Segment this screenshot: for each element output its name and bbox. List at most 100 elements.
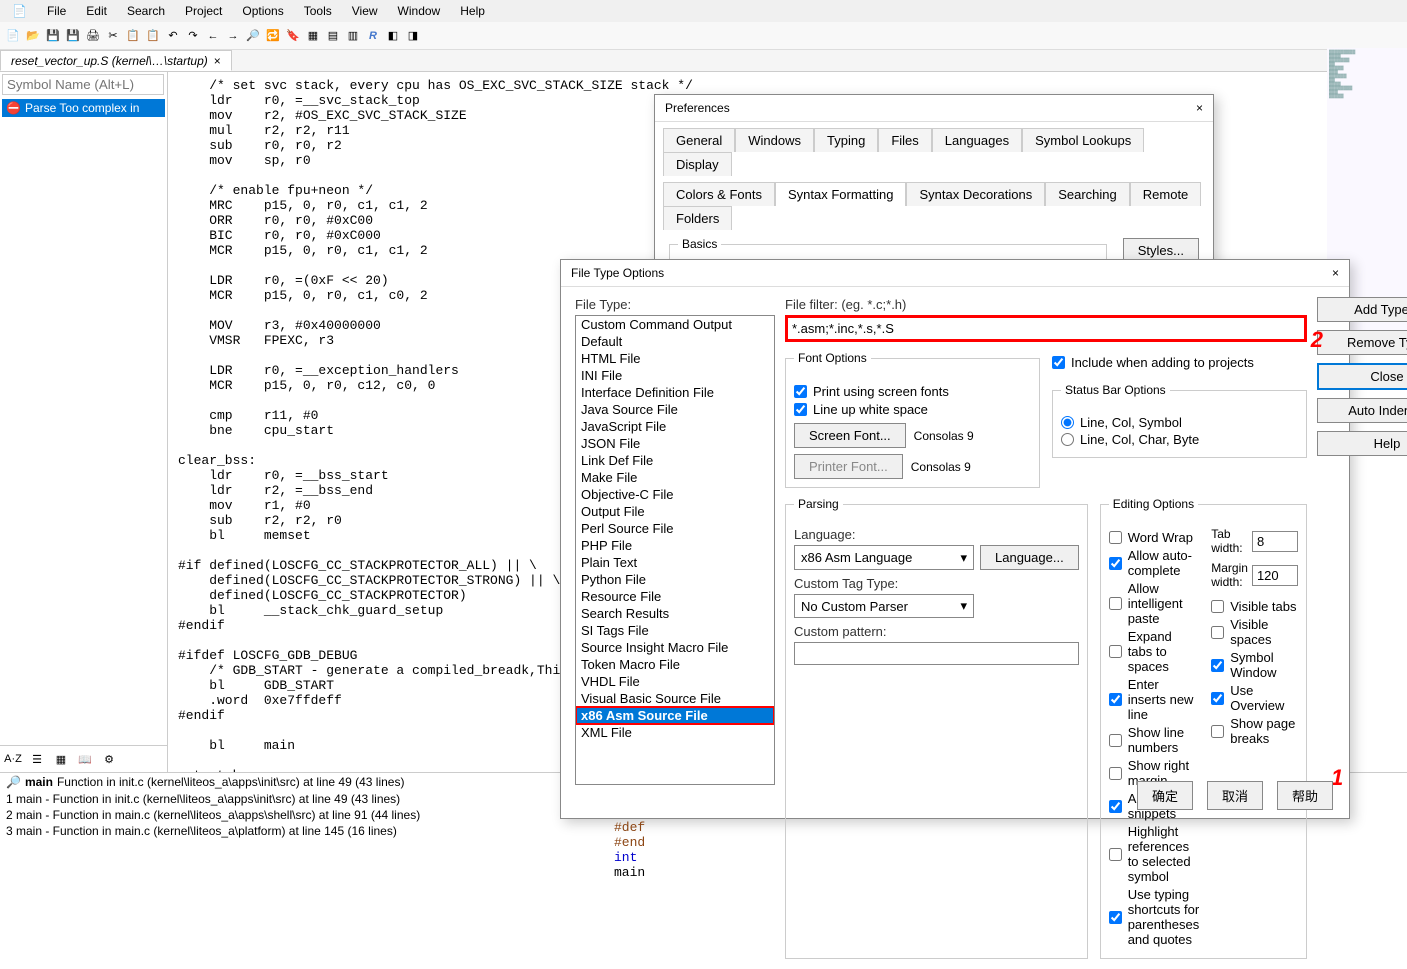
list-item[interactable]: Interface Definition File <box>576 384 774 401</box>
tool-r-icon[interactable]: R <box>364 27 382 45</box>
list-item[interactable]: Token Macro File <box>576 656 774 673</box>
tool-find-icon[interactable]: 🔎 <box>244 27 262 45</box>
chk-edit-option[interactable]: Use Overview <box>1211 683 1298 713</box>
custom-pattern-input[interactable] <box>794 642 1079 665</box>
pref-tab-colors[interactable]: Colors & Fonts <box>663 182 775 206</box>
pref-tab-remote[interactable]: Remote <box>1130 182 1202 206</box>
list-item[interactable]: x86 Asm Source File <box>576 707 774 724</box>
list-item[interactable]: Link Def File <box>576 452 774 469</box>
file-type-list[interactable]: Custom Command OutputDefaultHTML FileINI… <box>575 315 775 785</box>
tool-more1-icon[interactable]: ◧ <box>384 27 402 45</box>
chk-edit-option[interactable]: Symbol Window <box>1211 650 1298 680</box>
list-item[interactable]: XML File <box>576 724 774 741</box>
chk-edit-option[interactable]: Show line numbers <box>1109 725 1200 755</box>
tool-replace-icon[interactable]: 🔁 <box>264 27 282 45</box>
tool-bookmark-icon[interactable]: 🔖 <box>284 27 302 45</box>
tool-back-icon[interactable]: ← <box>204 27 222 45</box>
list-item[interactable]: Search Results <box>576 605 774 622</box>
tool-layout2-icon[interactable]: ▤ <box>324 27 342 45</box>
tool-paste-icon[interactable]: 📋 <box>144 27 162 45</box>
printer-font-button[interactable]: Printer Font... <box>794 454 903 479</box>
chk-print-screen-fonts[interactable]: Print using screen fonts <box>794 384 1031 399</box>
help-bottom-button[interactable]: 帮助 <box>1277 781 1333 810</box>
chk-edit-option[interactable]: Highlight references to selected symbol <box>1109 824 1200 884</box>
tool-new-icon[interactable]: 📄 <box>4 27 22 45</box>
menu-view[interactable]: View <box>344 2 386 20</box>
list-item[interactable]: HTML File <box>576 350 774 367</box>
chk-include-projects[interactable]: Include when adding to projects <box>1052 355 1307 370</box>
list-item[interactable]: Source Insight Macro File <box>576 639 774 656</box>
pref-tab-windows[interactable]: Windows <box>735 128 814 152</box>
add-type-button[interactable]: Add Type... <box>1317 297 1407 322</box>
radio-line-col-char-byte[interactable]: Line, Col, Char, Byte <box>1061 432 1298 447</box>
list-item[interactable]: SI Tags File <box>576 622 774 639</box>
list-item[interactable]: Output File <box>576 503 774 520</box>
list-item[interactable]: Perl Source File <box>576 520 774 537</box>
chk-edit-option[interactable]: Show page breaks <box>1211 716 1298 746</box>
close-icon[interactable]: × <box>1196 101 1203 115</box>
parse-error[interactable]: ⛔ Parse Too complex in <box>2 99 165 117</box>
list-item[interactable]: Custom Command Output <box>576 316 774 333</box>
list-item[interactable]: Default <box>576 333 774 350</box>
menu-window[interactable]: Window <box>390 2 449 20</box>
tool-copy-icon[interactable]: 📋 <box>124 27 142 45</box>
chk-edit-option[interactable]: Visible spaces <box>1211 617 1298 647</box>
pref-tab-general[interactable]: General <box>663 128 735 152</box>
gear-icon[interactable]: ⚙ <box>100 750 118 768</box>
tool-open-icon[interactable]: 📂 <box>24 27 42 45</box>
list-item[interactable]: Make File <box>576 469 774 486</box>
language-select[interactable]: x86 Asm Language▾ <box>794 545 974 570</box>
menu-edit[interactable]: Edit <box>78 2 115 20</box>
pref-tab-files[interactable]: Files <box>878 128 931 152</box>
tool-layout3-icon[interactable]: ▥ <box>344 27 362 45</box>
list-item[interactable]: Resource File <box>576 588 774 605</box>
menu-file[interactable]: File <box>39 2 74 20</box>
language-button[interactable]: Language... <box>980 545 1079 570</box>
tab-close-icon[interactable]: × <box>214 54 221 68</box>
chk-edit-option[interactable]: Visible tabs <box>1211 599 1298 614</box>
file-filter-input[interactable] <box>785 315 1307 342</box>
list-item[interactable]: VHDL File <box>576 673 774 690</box>
tool-more2-icon[interactable]: ◨ <box>404 27 422 45</box>
pref-tab-syntax-decorations[interactable]: Syntax Decorations <box>906 182 1045 206</box>
list-item[interactable]: JavaScript File <box>576 418 774 435</box>
menu-tools[interactable]: Tools <box>296 2 340 20</box>
tool-fwd-icon[interactable]: → <box>224 27 242 45</box>
pref-tab-searching[interactable]: Searching <box>1045 182 1130 206</box>
screen-font-button[interactable]: Screen Font... <box>794 423 906 448</box>
menu-search[interactable]: Search <box>119 2 173 20</box>
list-item[interactable]: JSON File <box>576 435 774 452</box>
sort-az-icon[interactable]: A·Z <box>4 750 22 768</box>
tool-cut-icon[interactable]: ✂ <box>104 27 122 45</box>
cancel-button[interactable]: 取消 <box>1207 781 1263 810</box>
menu-project[interactable]: Project <box>177 2 230 20</box>
menu-options[interactable]: Options <box>234 2 291 20</box>
tool-redo-icon[interactable]: ↷ <box>184 27 202 45</box>
tool-undo-icon[interactable]: ↶ <box>164 27 182 45</box>
list-item[interactable]: PHP File <box>576 537 774 554</box>
auto-indent-button[interactable]: Auto Indent... <box>1317 398 1407 423</box>
pref-tab-typing[interactable]: Typing <box>814 128 878 152</box>
close-button[interactable]: Close <box>1317 363 1407 390</box>
pref-tab-folders[interactable]: Folders <box>663 206 732 230</box>
tool-layout1-icon[interactable]: ▦ <box>304 27 322 45</box>
menu-help[interactable]: Help <box>452 2 493 20</box>
help-button[interactable]: Help <box>1317 431 1407 456</box>
ok-button[interactable]: 确定 <box>1137 781 1193 810</box>
custom-tag-select[interactable]: No Custom Parser▾ <box>794 594 974 618</box>
list-item[interactable]: Java Source File <box>576 401 774 418</box>
book-icon[interactable]: 📖 <box>76 750 94 768</box>
chk-edit-option[interactable]: Allow auto-complete <box>1109 548 1200 578</box>
list-item[interactable]: Visual Basic Source File <box>576 690 774 707</box>
chk-edit-option[interactable]: Use typing shortcuts for parentheses and… <box>1109 887 1200 947</box>
tab-file[interactable]: reset_vector_up.S (kernel\…\startup) × <box>0 50 232 71</box>
tool-print-icon[interactable]: 🖨 <box>84 27 102 45</box>
chk-edit-option[interactable]: Word Wrap <box>1109 530 1200 545</box>
find-icon[interactable]: 🔎 <box>6 775 21 789</box>
radio-line-col-symbol[interactable]: Line, Col, Symbol <box>1061 415 1298 430</box>
symbol-input[interactable] <box>2 74 164 95</box>
list-item[interactable]: INI File <box>576 367 774 384</box>
chk-edit-option[interactable]: Allow intelligent paste <box>1109 581 1200 626</box>
pref-tab-display[interactable]: Display <box>663 152 732 176</box>
pref-tab-symbol-lookups[interactable]: Symbol Lookups <box>1022 128 1144 152</box>
